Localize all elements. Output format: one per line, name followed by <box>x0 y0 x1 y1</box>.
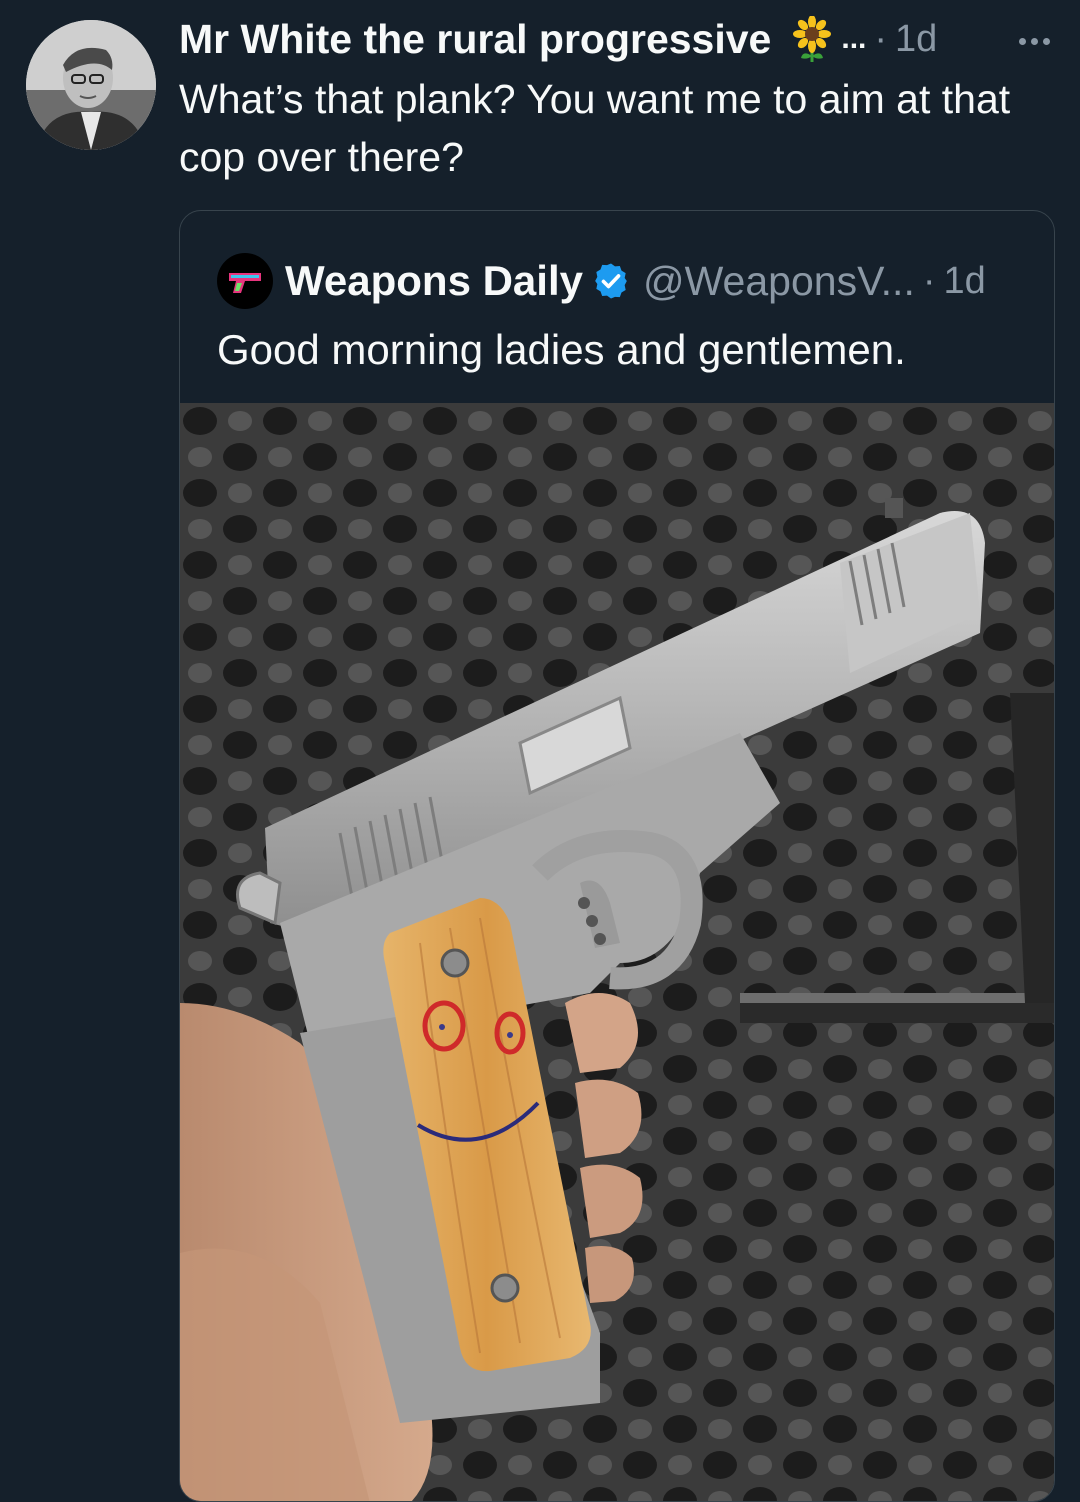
author-name[interactable]: Mr White the rural progressive <box>179 16 771 63</box>
quoted-tweet-card[interactable]: Weapons Daily @WeaponsV... · 1d Good mor… <box>179 210 1055 1502</box>
quoted-author-avatar[interactable] <box>217 253 273 309</box>
separator-dot: · <box>874 17 888 60</box>
quoted-timestamp[interactable]: 1d <box>944 260 986 303</box>
timestamp[interactable]: 1d <box>895 18 937 61</box>
quoted-tweet-text: Good morning ladies and gentlemen. <box>217 326 906 373</box>
quoted-tweet-photo[interactable] <box>180 403 1054 1501</box>
quoted-tweet-header: Weapons Daily @WeaponsV... · 1d <box>217 251 986 311</box>
sunflower-icon <box>789 15 835 62</box>
pistol-logo-icon <box>229 273 261 293</box>
author-avatar[interactable] <box>26 20 156 150</box>
verified-badge-icon <box>591 261 631 301</box>
tweet-text: What’s that plank? You want me to aim at… <box>179 76 1011 180</box>
name-truncation: ... <box>841 22 867 55</box>
quoted-author-name[interactable]: Weapons Daily <box>285 257 583 305</box>
pistol-photo-image <box>180 403 1054 1501</box>
quoted-separator-dot: · <box>922 259 936 302</box>
more-options-icon[interactable] <box>1019 34 1050 45</box>
quoted-author-handle[interactable]: @WeaponsV... <box>643 258 915 305</box>
avatar-portrait-image <box>26 20 156 150</box>
tweet-header: Mr White the rural progressive ... · 1d <box>179 12 1050 66</box>
